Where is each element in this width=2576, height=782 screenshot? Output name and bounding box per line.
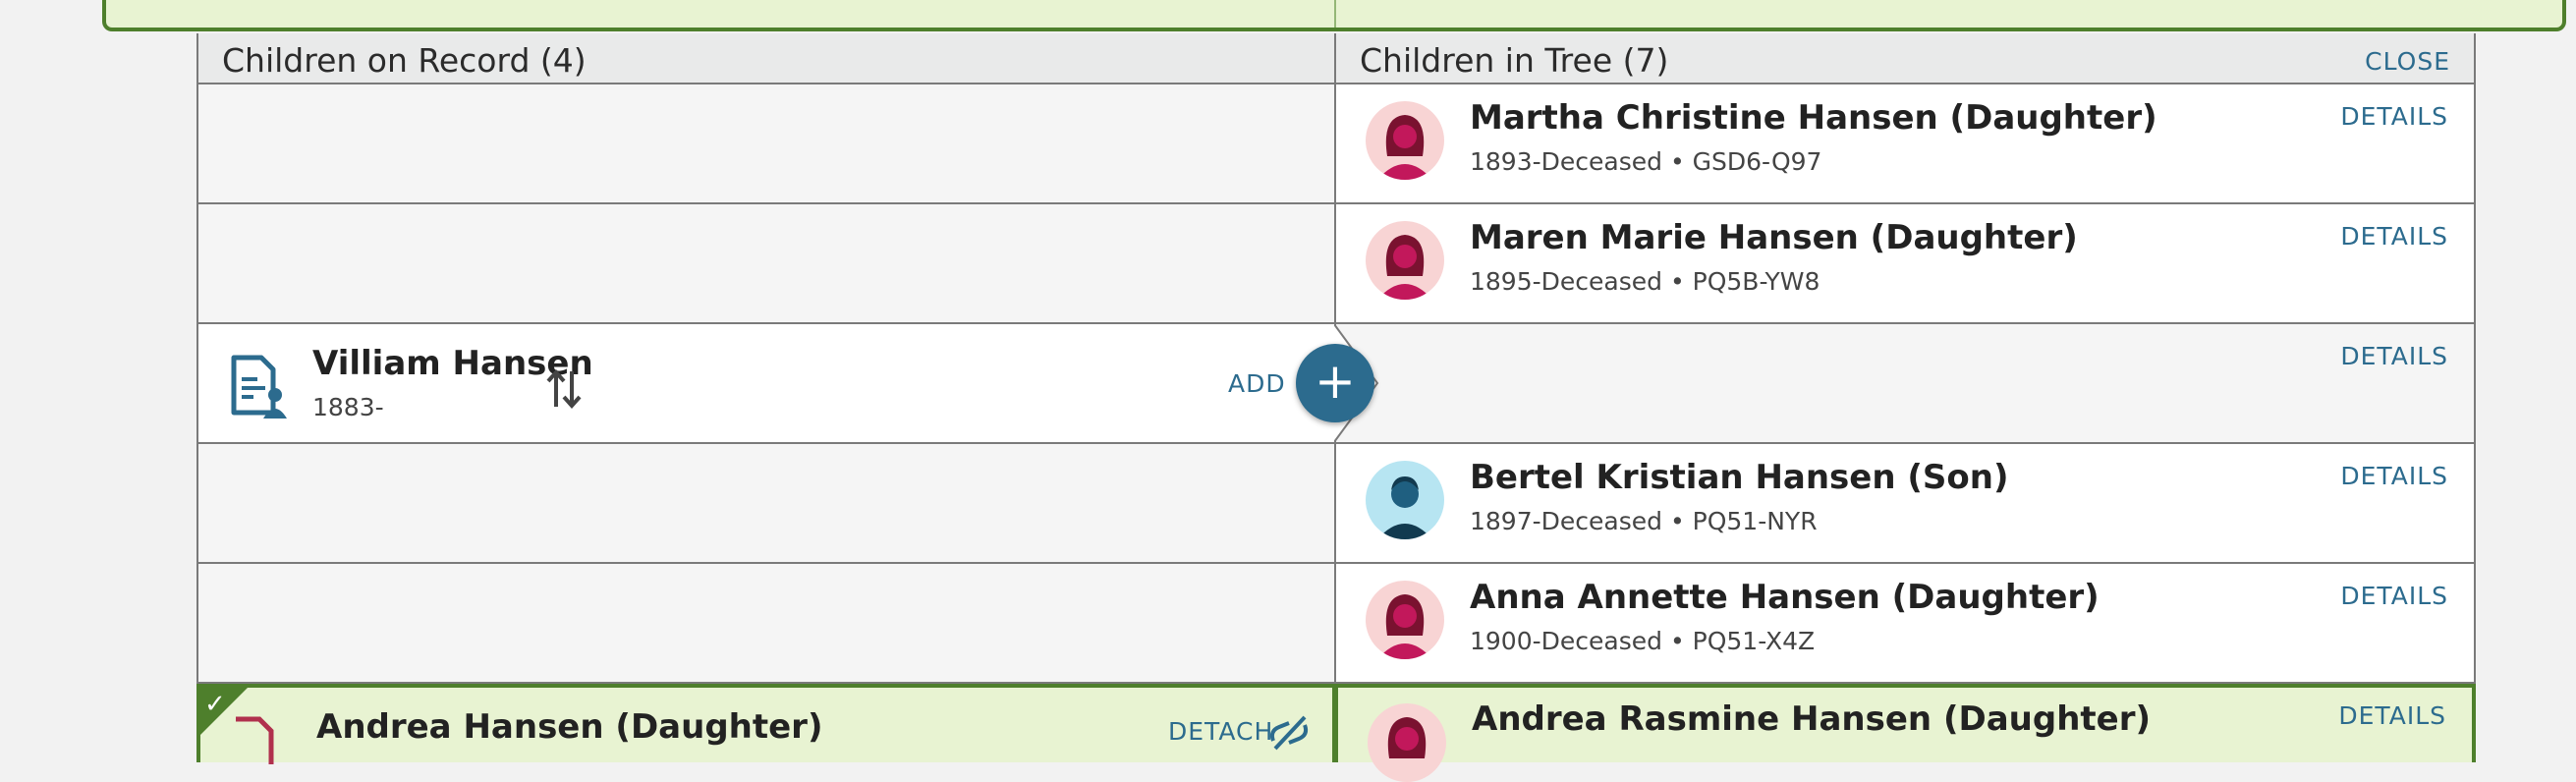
children-in-tree-title: Children in Tree (7) xyxy=(1360,41,1669,80)
add-button-label[interactable]: ADD xyxy=(1228,369,1286,398)
detach-button[interactable]: DETACH xyxy=(1168,717,1273,746)
children-comparison-grid: Children on Record (4) Villiam Hansen 18… xyxy=(196,33,2476,782)
details-link[interactable]: DETAILS xyxy=(2340,102,2448,131)
record-person-years: 1883- xyxy=(312,393,384,421)
tree-person-name: Maren Marie Hansen (Daughter) xyxy=(1470,218,2078,257)
tree-person-meta: 1900-Deceased • PQ51-X4Z xyxy=(1470,627,1816,655)
children-on-record-header: Children on Record (4) xyxy=(198,33,1336,84)
tree-person-name: Martha Christine Hansen (Daughter) xyxy=(1470,98,2157,138)
record-person-name: Andrea Hansen (Daughter) xyxy=(316,707,823,747)
tree-person-name: Anna Annette Hansen (Daughter) xyxy=(1470,578,2100,617)
details-link[interactable]: DETAILS xyxy=(2338,701,2446,730)
tree-person-meta: 1895-Deceased • PQ5B-YW8 xyxy=(1470,267,1820,296)
checkmark-icon: ✓ xyxy=(204,690,226,719)
children-in-tree-column: Children in Tree (7) CLOSE Martha Christ… xyxy=(1334,33,2476,782)
female-avatar-icon xyxy=(1366,101,1444,180)
add-button[interactable]: + xyxy=(1296,344,1374,422)
close-button[interactable]: CLOSE xyxy=(2365,47,2450,76)
plus-icon: + xyxy=(1315,353,1356,410)
record-empty-row xyxy=(198,444,1336,564)
male-avatar-icon xyxy=(1366,461,1444,539)
tree-empty-row: DETAILS xyxy=(1336,324,2474,444)
record-row-villiam: Villiam Hansen 1883- ADD + xyxy=(198,324,1379,444)
tree-person-row-attached: Andrea Rasmine Hansen (Daughter) DETAILS xyxy=(1334,684,2476,782)
children-on-record-title: Children on Record (4) xyxy=(222,41,587,80)
record-empty-row xyxy=(198,564,1336,684)
children-on-record-column: Children on Record (4) Villiam Hansen 18… xyxy=(196,33,1379,764)
tree-person-row: Anna Annette Hansen (Daughter) 1900-Dece… xyxy=(1336,564,2474,684)
unlink-icon[interactable] xyxy=(1267,713,1311,753)
children-in-tree-header: Children in Tree (7) CLOSE xyxy=(1336,33,2474,84)
record-empty-row xyxy=(198,84,1336,204)
tree-person-meta: 1893-Deceased • GSD6-Q97 xyxy=(1470,147,1822,176)
details-link[interactable]: DETAILS xyxy=(2340,462,2448,490)
record-row-andrea: ✓ Andrea Hansen (Daughter) DETACH xyxy=(196,684,1336,764)
female-avatar-icon xyxy=(1366,221,1444,300)
record-person-icon xyxy=(236,716,274,764)
female-avatar-icon xyxy=(1368,703,1446,782)
tree-person-row: Martha Christine Hansen (Daughter) 1893-… xyxy=(1336,84,2474,204)
details-link[interactable]: DETAILS xyxy=(2340,582,2448,610)
attached-match-banner xyxy=(102,0,2566,31)
tree-person-name: Andrea Rasmine Hansen (Daughter) xyxy=(1472,699,2152,739)
record-person-icon xyxy=(231,355,287,419)
tree-person-meta: 1897-Deceased • PQ51-NYR xyxy=(1470,507,1818,535)
female-avatar-icon xyxy=(1366,581,1444,659)
tree-person-row: Maren Marie Hansen (Daughter) 1895-Decea… xyxy=(1336,204,2474,324)
details-link[interactable]: DETAILS xyxy=(2340,342,2448,370)
details-link[interactable]: DETAILS xyxy=(2340,222,2448,251)
tree-person-row: Bertel Kristian Hansen (Son) 1897-Deceas… xyxy=(1336,444,2474,564)
swap-vertical-icon[interactable] xyxy=(544,367,584,411)
tree-person-name: Bertel Kristian Hansen (Son) xyxy=(1470,458,2009,497)
record-empty-row xyxy=(198,204,1336,324)
